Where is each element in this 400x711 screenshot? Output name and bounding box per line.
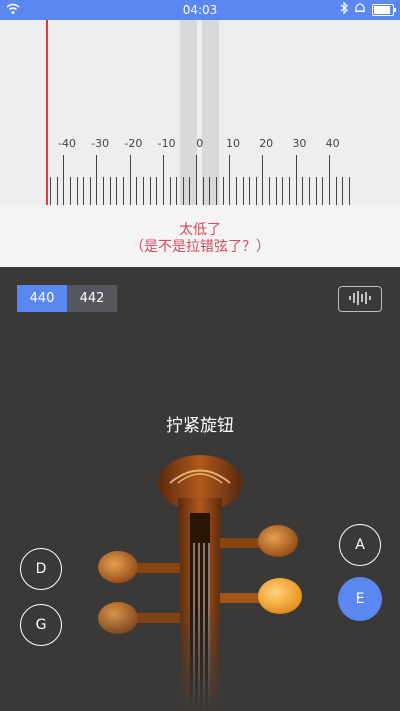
scale-tick <box>63 155 65 205</box>
reference-440-button[interactable]: 440 <box>17 285 67 312</box>
string-a-button[interactable]: A <box>339 524 381 566</box>
scale-tick <box>348 177 350 205</box>
string-d-button[interactable]: D <box>20 548 62 590</box>
scale-tick <box>103 177 105 205</box>
string-e-button[interactable]: E <box>338 577 382 621</box>
scale-tick <box>302 177 304 205</box>
reference-442-button[interactable]: 442 <box>67 285 117 312</box>
scale-label: 40 <box>325 137 340 150</box>
scale-tick <box>322 177 324 205</box>
scale-tick <box>50 177 51 205</box>
tuner-meter: -40 -30 -20 -10 0 10 20 30 40 <box>0 20 400 205</box>
battery-icon <box>372 3 396 16</box>
string-g-button[interactable]: G <box>20 604 62 646</box>
scale-tick <box>136 177 138 205</box>
scale-tick <box>156 177 158 205</box>
scale-tick <box>229 155 231 205</box>
scale-tick <box>308 177 310 205</box>
bluetooth-icon <box>340 1 348 17</box>
pitch-needle <box>46 20 48 205</box>
scale-tick <box>222 177 224 205</box>
scale-tick <box>129 155 131 205</box>
scale-label: -10 <box>157 137 176 150</box>
scale-tick <box>242 177 244 205</box>
scale-tick <box>282 177 284 205</box>
tuner-main: 440 442 拧紧旋钮 D G A E <box>0 267 400 711</box>
scale-tick <box>328 155 330 205</box>
audio-mode-button[interactable] <box>338 286 382 312</box>
feedback-hint: （是不是拉错弦了？） <box>130 239 270 255</box>
scale-tick <box>162 155 164 205</box>
scale-label: 30 <box>292 137 307 150</box>
scale-tick <box>289 177 291 205</box>
scale-tick <box>216 177 217 205</box>
status-bar: 04:03 <box>0 0 400 20</box>
scale-tick <box>235 177 237 205</box>
scale-tick <box>182 177 184 205</box>
scale-tick <box>69 177 71 205</box>
scale-tick <box>116 177 118 205</box>
scale-tick <box>269 177 271 205</box>
scale-tick <box>189 177 191 205</box>
scale-tick <box>335 177 337 205</box>
scale-label: 10 <box>226 137 240 150</box>
scale-label: -30 <box>91 137 110 150</box>
scale-tick <box>83 177 85 205</box>
scale-label: 20 <box>259 137 274 150</box>
scale-label: 0 <box>196 137 204 150</box>
alarm-icon <box>354 2 366 17</box>
instruction-text: 拧紧旋钮 <box>166 416 234 436</box>
peg-d <box>98 551 138 583</box>
scale-tick <box>249 177 251 205</box>
reference-pitch-selector: 440 442 <box>17 285 117 312</box>
scale-tick <box>176 177 178 205</box>
scale-tick <box>209 177 211 205</box>
scale-tick <box>149 177 151 205</box>
scale-tick <box>295 155 297 205</box>
scale-tick <box>123 177 125 205</box>
scale-tick <box>89 177 91 205</box>
scale-tick <box>342 177 344 205</box>
scale-tick <box>315 177 317 205</box>
scale-tick <box>275 177 277 205</box>
waveform-icon <box>347 290 373 309</box>
tuning-feedback: 太低了 （是不是拉错弦了？） <box>0 205 400 267</box>
scale-label: -40 <box>58 137 76 150</box>
scale-label: -20 <box>124 137 143 150</box>
scale-tick <box>255 177 257 205</box>
peg-a <box>258 525 298 557</box>
scale-tick <box>262 155 264 205</box>
scale-tick <box>109 177 111 205</box>
scale-tick <box>76 177 78 205</box>
scale-tick <box>96 155 98 205</box>
scale-tick <box>142 177 144 205</box>
scale-tick <box>202 177 204 205</box>
scale-tick <box>56 177 58 205</box>
scale-tick <box>196 155 198 205</box>
violin-pegbox-illustration <box>90 455 310 711</box>
scale-tick <box>169 177 171 205</box>
